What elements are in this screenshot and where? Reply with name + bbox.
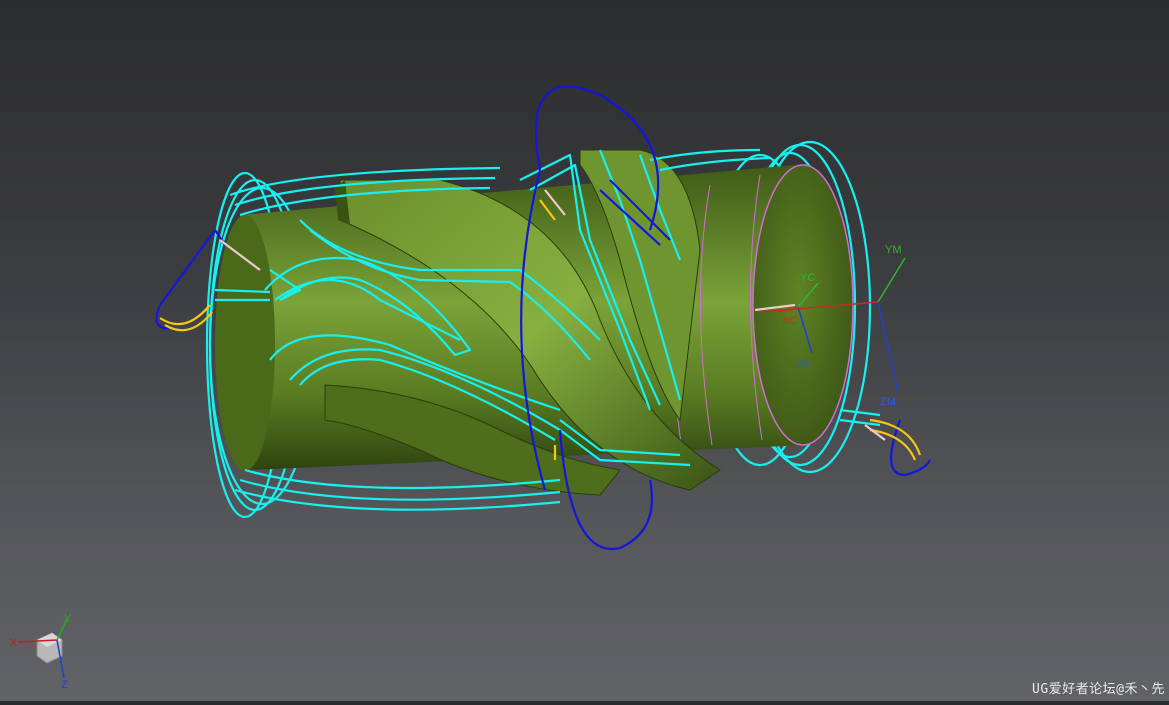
scene-svg: YC ZC XC YM ZM X Y Z (10, 85, 931, 691)
graphics-viewport[interactable]: YC ZC XC YM ZM X Y Z (0, 0, 1169, 701)
view-triad[interactable]: X Y Z (10, 613, 72, 691)
work-csys-y-label: YC (800, 272, 815, 284)
work-csys-z-label: ZC (796, 359, 811, 371)
triad-z-label: Z (61, 679, 68, 691)
triad-y-label: Y (64, 613, 72, 625)
machine-csys-y-label: YM (885, 244, 902, 256)
watermark-text: UG爱好者论坛@禾丶先 (1032, 682, 1165, 697)
work-csys-x-label: XC (782, 315, 797, 327)
machine-csys-z-label: ZM (880, 396, 896, 408)
triad-x-label: X (10, 637, 18, 649)
